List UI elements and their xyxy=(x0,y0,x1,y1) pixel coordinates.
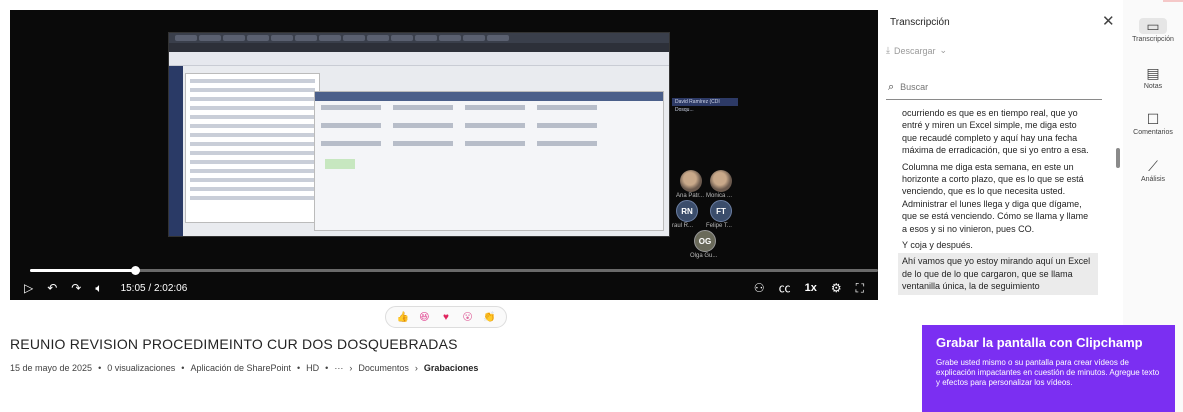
notes-icon: ▤ xyxy=(1146,65,1160,81)
download-icon: ⤓ xyxy=(886,45,890,55)
video-date: 15 de mayo de 2025 xyxy=(10,363,93,373)
search-icon: ⌕ xyxy=(888,80,895,93)
rail-transcript[interactable]: ▭ Transcripción xyxy=(1123,18,1183,43)
view-count: 0 visualizaciones xyxy=(107,363,176,373)
comment-icon: ☐ xyxy=(1146,111,1160,127)
download-button[interactable]: ⤓ Descargar ⌄ xyxy=(886,45,947,56)
chevron-right-icon: › xyxy=(349,363,353,373)
playback-speed-button[interactable]: 1x xyxy=(805,279,817,297)
time-readout: 15:05 / 2:02:06 xyxy=(120,282,188,294)
participant-name: Ana Patr... xyxy=(676,193,705,199)
video-title: REUNIO REVISION PROCEDIMEINTO CUR DOS DO… xyxy=(10,336,458,352)
transcript-segment[interactable]: Ahí vamos que yo estoy mirando aquí un E… xyxy=(898,253,1098,295)
fullscreen-icon[interactable]: ⛶ xyxy=(856,279,864,297)
shared-screen-content xyxy=(168,32,670,237)
participant-gallery: Ana Patr... Monica ... RN raul R... FT Felipe… xyxy=(666,160,756,260)
rail-transcript-label: Transcripción xyxy=(1132,36,1174,43)
transcript-title: Transcripción xyxy=(890,17,950,28)
participant-name: Monica ... xyxy=(706,193,733,199)
rail-comments-label: Comentarios xyxy=(1133,129,1173,136)
app-source: Aplicación de SharePoint xyxy=(190,363,292,373)
settings-gear-icon[interactable]: ⚙ xyxy=(831,279,842,297)
rail-comments[interactable]: ☐ Comentarios xyxy=(1123,111,1183,136)
chevron-down-icon: ⌄ xyxy=(939,45,948,55)
progress-fill xyxy=(30,269,136,272)
top-accent xyxy=(1163,0,1183,2)
transcript-segment[interactable]: Y coja y después. xyxy=(898,237,1098,253)
scrollbar-thumb[interactable] xyxy=(1116,148,1120,168)
transcript-search: ⌕ xyxy=(886,75,1102,100)
rail-notes[interactable]: ▤ Notas xyxy=(1123,65,1183,90)
progress-thumb[interactable] xyxy=(131,266,141,275)
presenter-label: David Ramírez (CDI Dosqu... xyxy=(672,98,738,113)
more-breadcrumb-button[interactable]: ··· xyxy=(334,363,343,373)
quality-badge: HD xyxy=(306,363,320,373)
chevron-right-icon: › xyxy=(414,363,418,373)
time-current: 15:05 xyxy=(120,282,146,294)
breadcrumb-documentos[interactable]: Documentos xyxy=(358,363,409,373)
like-reaction[interactable]: 👍 xyxy=(395,310,410,325)
breadcrumb-grabaciones[interactable]: Grabaciones xyxy=(424,363,479,373)
participant-avatar xyxy=(680,170,702,192)
rewind-10-icon[interactable]: ↶ xyxy=(47,279,57,297)
reactions-bar: 👍 😆 ♥ 😮 👏 xyxy=(385,306,507,328)
progress-bar[interactable] xyxy=(30,266,878,275)
video-player[interactable]: David Ramírez (CDI Dosqu... Ana Patr... M… xyxy=(10,10,878,300)
participant-name: Felipe T... xyxy=(706,223,732,229)
participant-avatar: RN xyxy=(676,200,698,222)
video-metadata: 15 de mayo de 2025 • 0 visualizaciones •… xyxy=(10,363,479,373)
clipchamp-promo[interactable]: Grabar la pantalla con Clipchamp Grabe u… xyxy=(922,325,1175,412)
applause-reaction[interactable]: 👏 xyxy=(482,310,497,325)
close-icon[interactable]: ✕ xyxy=(1102,12,1115,30)
participant-avatar xyxy=(710,170,732,192)
participant-name: Olga Gu... xyxy=(690,253,718,259)
promo-title: Grabar la pantalla con Clipchamp xyxy=(936,335,1143,350)
participant-avatar: FT xyxy=(710,200,732,222)
participant-name: raul R... xyxy=(672,223,694,229)
analytics-icon: ⟋ xyxy=(1148,158,1158,174)
rail-notes-label: Notas xyxy=(1143,83,1163,90)
rail-analytics[interactable]: ⟋ Análisis xyxy=(1123,158,1183,183)
people-icon[interactable]: ⚇ xyxy=(754,279,765,297)
promo-body: Grabe usted mismo o su pantalla para cre… xyxy=(936,358,1160,387)
time-total: 2:02:06 xyxy=(153,282,188,294)
volume-icon[interactable]: 🔈︎ xyxy=(95,279,102,297)
download-label: Descargar xyxy=(893,45,936,56)
player-controls: ▷ ↶ ↷ 🔈︎ 15:05 / 2:02:06 ⚇ ㏄ 1x ⚙ ⛶ xyxy=(24,279,864,297)
heart-reaction[interactable]: ♥ xyxy=(438,310,453,325)
transcript-segment[interactable]: Columna me diga esta semana, en este un … xyxy=(898,159,1098,237)
transcript-segment[interactable]: ocurriendo es que es en tiempo real, que… xyxy=(898,105,1098,159)
search-input[interactable] xyxy=(900,82,1081,92)
rail-analytics-label: Análisis xyxy=(1140,176,1166,183)
participant-avatar: OG xyxy=(694,230,716,252)
surprised-reaction[interactable]: 😮 xyxy=(460,310,475,325)
laugh-reaction[interactable]: 😆 xyxy=(417,310,432,325)
transcript-icon: ▭ xyxy=(1139,18,1167,34)
captions-icon[interactable]: ㏄ xyxy=(779,279,791,297)
forward-10-icon[interactable]: ↷ xyxy=(71,279,81,297)
play-icon[interactable]: ▷ xyxy=(24,279,33,297)
